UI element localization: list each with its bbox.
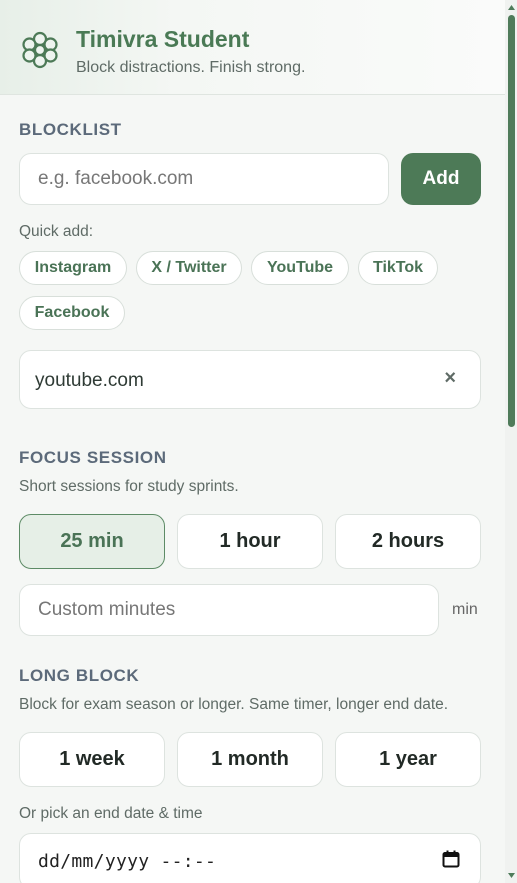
long-block-heading: LONG BLOCK	[19, 666, 140, 685]
focus-option-1-hour[interactable]: 1 hour	[177, 514, 323, 569]
popup-content: Timivra Student Block distractions. Fini…	[0, 0, 505, 883]
focus-option-25-min[interactable]: 25 min	[19, 514, 165, 569]
custom-minutes-unit: min	[452, 601, 478, 618]
quick-add-youtube[interactable]: YouTube	[251, 251, 349, 285]
long-option-1-year[interactable]: 1 year	[335, 732, 481, 787]
quick-add-label: Quick add:	[19, 223, 94, 240]
app-title: Timivra Student	[76, 26, 250, 52]
focus-session-description: Short sessions for study sprints.	[19, 478, 239, 495]
long-block-description: Block for exam season or longer. Same ti…	[19, 696, 449, 713]
quick-add-tiktok[interactable]: TikTok	[358, 251, 438, 285]
header: Timivra Student Block distractions. Fini…	[0, 0, 505, 95]
quick-add-instagram[interactable]: Instagram	[19, 251, 127, 285]
flower-icon	[22, 31, 58, 69]
domain-input[interactable]: e.g. facebook.com	[19, 153, 389, 205]
focus-session-heading: FOCUS SESSION	[19, 448, 167, 467]
custom-minutes-placeholder: Custom minutes	[38, 599, 176, 620]
custom-minutes-input[interactable]: Custom minutes	[19, 584, 439, 636]
blocked-site-domain: youtube.com	[35, 370, 144, 391]
app-subtitle: Block distractions. Finish strong.	[76, 59, 306, 76]
quick-add-facebook[interactable]: Facebook	[19, 296, 125, 330]
calendar-icon[interactable]	[442, 850, 460, 868]
end-datetime-input[interactable]: dd/mm/yyyy --:--	[19, 833, 481, 883]
remove-site-button[interactable]: ×	[444, 367, 456, 390]
add-button[interactable]: Add	[401, 153, 481, 205]
end-datetime-value: dd/mm/yyyy --:--	[38, 851, 217, 872]
scrollbar-thumb[interactable]	[508, 15, 515, 427]
end-date-label: Or pick an end date & time	[19, 805, 203, 822]
focus-option-2-hours[interactable]: 2 hours	[335, 514, 481, 569]
blocklist-heading: BLOCKLIST	[19, 120, 122, 139]
domain-input-placeholder: e.g. facebook.com	[38, 168, 194, 189]
scroll-down-arrow-icon[interactable]	[507, 871, 516, 880]
scroll-up-arrow-icon[interactable]	[507, 3, 516, 12]
long-option-1-week[interactable]: 1 week	[19, 732, 165, 787]
quick-add-x-twitter[interactable]: X / Twitter	[136, 251, 242, 285]
blocked-site-item: youtube.com ×	[19, 350, 481, 409]
long-option-1-month[interactable]: 1 month	[177, 732, 323, 787]
